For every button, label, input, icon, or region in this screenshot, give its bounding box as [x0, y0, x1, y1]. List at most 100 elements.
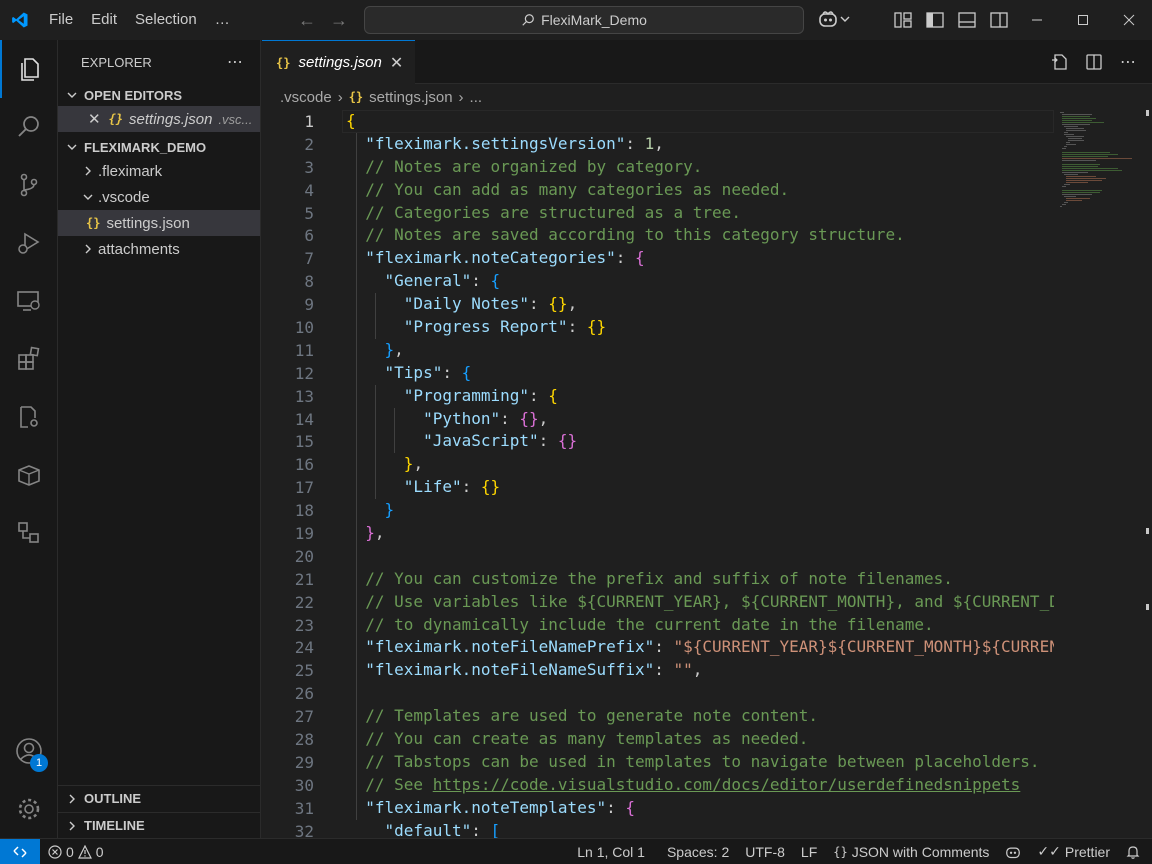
tree-item-attachments[interactable]: attachments — [58, 236, 260, 262]
workspace-section[interactable]: FLEXIMARK_DEMO — [58, 136, 260, 158]
source-control-activity[interactable] — [0, 156, 58, 214]
encoding[interactable]: UTF-8 — [737, 844, 793, 860]
indent-guide — [374, 384, 376, 500]
code-text: "JavaScript": {} — [423, 431, 578, 451]
code-line[interactable]: 28 // You can create as many templates a… — [262, 728, 1054, 751]
outline-section[interactable]: OUTLINE — [58, 785, 261, 811]
error-icon — [48, 844, 62, 859]
more-actions-icon[interactable]: ⋯ — [1118, 52, 1138, 72]
breadcrumb-file[interactable]: settings.json — [369, 89, 452, 106]
code-line[interactable]: 8 "General": { — [262, 270, 1054, 293]
copilot-button[interactable] — [818, 10, 850, 28]
search-activity[interactable] — [0, 98, 58, 156]
open-settings-ui-icon[interactable] — [1050, 52, 1070, 72]
menu-file[interactable]: File — [40, 0, 82, 40]
toggle-primary-sidebar-icon[interactable] — [924, 9, 946, 31]
toggle-secondary-sidebar-icon[interactable] — [988, 9, 1010, 31]
code-line[interactable]: 3 // Notes are organized by category. — [262, 156, 1054, 179]
references-activity[interactable] — [0, 504, 58, 562]
code-text: // to dynamically include the current da… — [346, 614, 934, 634]
tree-item-vscode[interactable]: .vscode — [58, 184, 260, 210]
menu-selection[interactable]: Selection — [126, 0, 206, 40]
manage-activity[interactable] — [0, 780, 58, 838]
code-line[interactable]: 23 // to dynamically include the current… — [262, 614, 1054, 637]
code-line[interactable]: 25 "fleximark.noteFileNameSuffix": "", — [262, 659, 1054, 682]
close-icon[interactable]: ✕ — [88, 110, 101, 128]
code-line[interactable]: 26 — [262, 682, 1054, 705]
split-editor-icon[interactable] — [1084, 52, 1104, 72]
indent-guide — [355, 132, 357, 820]
tab-settings-json[interactable]: {} settings.json ✕ — [262, 40, 415, 84]
explorer-activity[interactable] — [0, 40, 58, 98]
code-line[interactable]: 22 // Use variables like ${CURRENT_YEAR}… — [262, 591, 1054, 614]
code-line[interactable]: 24 "fleximark.noteFileNamePrefix": "${CU… — [262, 636, 1054, 659]
prettier-status[interactable]: ✓✓ Prettier — [1029, 843, 1118, 860]
back-arrow-icon[interactable]: ← — [296, 8, 318, 32]
minimize-icon[interactable] — [1014, 0, 1060, 40]
code-line[interactable]: 19 }, — [262, 522, 1054, 545]
end-of-line[interactable]: LF — [793, 844, 825, 860]
code-line[interactable]: 12 "Tips": { — [262, 362, 1054, 385]
code-line[interactable]: 15 "JavaScript": {} — [262, 430, 1054, 453]
code-line[interactable]: 11 }, — [262, 339, 1054, 362]
code-line[interactable]: 30 // See https://code.visualstudio.com/… — [262, 774, 1054, 797]
code-line[interactable]: 27 // Templates are used to generate not… — [262, 705, 1054, 728]
vertical-scrollbar[interactable] — [1138, 110, 1152, 838]
maximize-icon[interactable] — [1060, 0, 1106, 40]
containers-activity[interactable] — [0, 446, 58, 504]
command-center-search[interactable]: FlexiMark_Demo — [364, 6, 804, 34]
timeline-section[interactable]: TIMELINE — [58, 812, 261, 838]
code-line[interactable]: 32 "default": [ — [262, 820, 1054, 838]
extensions-activity[interactable] — [0, 330, 58, 388]
code-line[interactable]: 18 } — [262, 499, 1054, 522]
copilot-status[interactable] — [997, 845, 1029, 859]
code-line[interactable]: 29 // Tabstops can be used in templates … — [262, 751, 1054, 774]
remote-explorer-activity[interactable] — [0, 272, 58, 330]
chevron-down-icon — [840, 16, 850, 22]
indentation[interactable]: Spaces: 2 — [659, 844, 737, 860]
explorer-more-icon[interactable]: ⋯ — [227, 52, 244, 72]
tree-item-fleximark[interactable]: .fleximark — [58, 158, 260, 184]
breadcrumb-symbol[interactable]: ... — [470, 89, 483, 106]
menu-edit[interactable]: Edit — [82, 0, 126, 40]
accounts-activity[interactable]: 1 — [0, 722, 58, 780]
breadcrumb-folder[interactable]: .vscode — [280, 89, 332, 106]
code-line[interactable]: 13 "Programming": { — [262, 385, 1054, 408]
code-line[interactable]: 9 "Daily Notes": {}, — [262, 293, 1054, 316]
chevron-right-icon — [64, 794, 80, 804]
line-number: 18 — [294, 501, 314, 521]
menu-more-button[interactable]: … — [206, 0, 239, 40]
settings-sync-activity[interactable] — [0, 388, 58, 446]
forward-arrow-icon[interactable]: → — [328, 8, 350, 32]
code-line[interactable]: 16 }, — [262, 453, 1054, 476]
run-debug-activity[interactable] — [0, 214, 58, 272]
problems-indicator[interactable]: 0 0 — [40, 844, 112, 860]
toggle-panel-icon[interactable] — [956, 9, 978, 31]
tree-item-settings-json[interactable]: {} settings.json — [58, 210, 260, 236]
code-line[interactable]: 10 "Progress Report": {} — [262, 316, 1054, 339]
close-window-icon[interactable] — [1106, 0, 1152, 40]
open-editors-section[interactable]: OPEN EDITORS — [58, 84, 260, 106]
vscode-logo-icon — [0, 0, 40, 40]
minimap[interactable] — [1058, 110, 1138, 270]
code-line[interactable]: 17 "Life": {} — [262, 476, 1054, 499]
code-line[interactable]: 5 // Categories are structured as a tree… — [262, 202, 1054, 225]
code-line[interactable]: 7 "fleximark.noteCategories": { — [262, 247, 1054, 270]
hierarchy-icon — [18, 522, 39, 543]
open-editor-item[interactable]: ✕ {} settings.json .vsc... — [58, 106, 260, 132]
code-line[interactable]: 20 — [262, 545, 1054, 568]
code-line[interactable]: 21 // You can customize the prefix and s… — [262, 568, 1054, 591]
cursor-position[interactable]: Ln 1, Col 1 — [569, 844, 653, 860]
remote-indicator[interactable] — [0, 838, 40, 864]
code-line[interactable]: 4 // You can add as many categories as n… — [262, 179, 1054, 202]
code-editor[interactable]: 1{2 "fleximark.settingsVersion": 1, 3 // … — [262, 110, 1054, 838]
close-icon[interactable]: ✕ — [390, 53, 403, 73]
code-line[interactable]: 14 "Python": {}, — [262, 408, 1054, 431]
code-line[interactable]: 1{ — [262, 110, 1054, 133]
customize-layout-icon[interactable] — [892, 9, 914, 31]
language-mode[interactable]: {} JSON with Comments — [825, 844, 997, 860]
code-line[interactable]: 31 "fleximark.noteTemplates": { — [262, 797, 1054, 820]
notifications[interactable] — [1118, 845, 1152, 859]
code-line[interactable]: 6 // Notes are saved according to this c… — [262, 224, 1054, 247]
code-line[interactable]: 2 "fleximark.settingsVersion": 1, — [262, 133, 1054, 156]
